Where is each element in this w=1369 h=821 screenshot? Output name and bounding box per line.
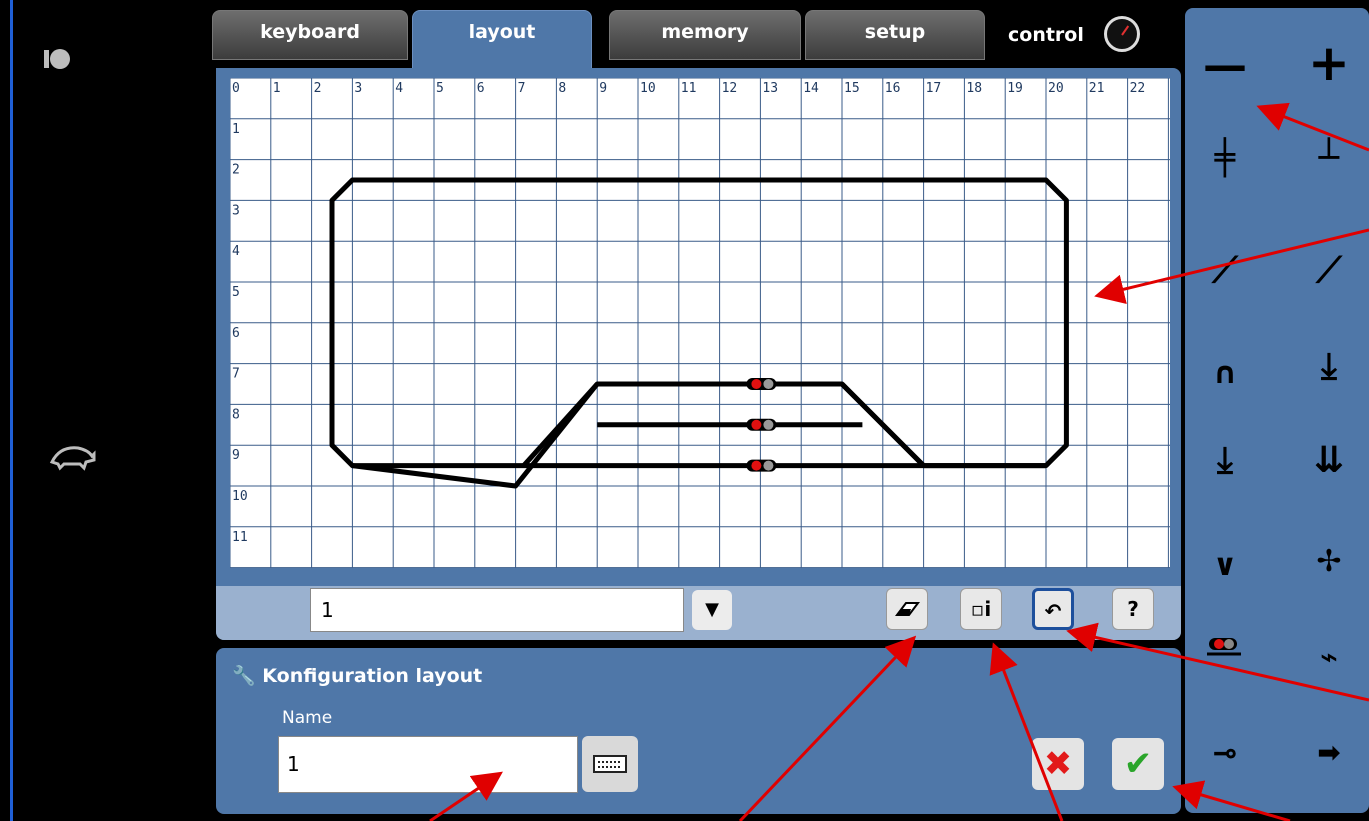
arrow-lines [429,102,1369,821]
annotation-arrows [429,102,1369,821]
